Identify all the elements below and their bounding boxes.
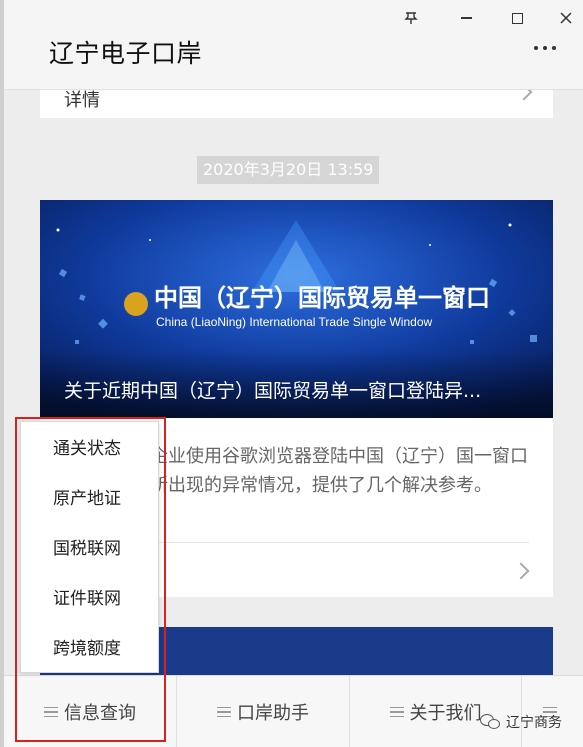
minimize-icon <box>460 17 472 19</box>
maximize-icon <box>511 12 523 24</box>
chevron-right-icon <box>512 562 530 580</box>
chevron-right-icon <box>515 90 533 101</box>
watermark-text: 辽宁商务 <box>506 715 562 731</box>
banner-title-en: China (LiaoNing) International Trade Sin… <box>156 315 432 329</box>
tab-port-assistant[interactable]: 口岸助手 <box>176 676 349 747</box>
tab-label: 口岸助手 <box>237 703 309 724</box>
article-title: 关于近期中国（辽宁）国际贸易单一窗口登陆异... <box>64 380 482 402</box>
banner-title-cn: 中国（辽宁）国际贸易单一窗口 <box>154 284 490 312</box>
minimize-button[interactable] <box>451 6 481 30</box>
maximize-button[interactable] <box>502 6 532 30</box>
pin-icon[interactable] <box>396 6 426 30</box>
title-bar: 辽宁电子口岸 <box>4 0 583 90</box>
close-button[interactable] <box>551 6 581 30</box>
message-timestamp: 2020年3月20日 13:59 <box>197 156 380 184</box>
close-icon <box>560 12 572 24</box>
article-summary: 企业使用谷歌浏览器登陆中国（辽宁）国一窗口所出现的异常情况，提供了几个解决参考。 <box>150 446 528 496</box>
article-banner[interactable]: 中国（辽宁）国际贸易单一窗口 China (LiaoNing) Internat… <box>40 200 553 418</box>
more-dots-icon[interactable] <box>534 46 556 50</box>
previous-article-card[interactable]: 详情 <box>40 90 553 118</box>
app-title: 辽宁电子口岸 <box>49 39 203 68</box>
wechat-icon <box>480 714 502 730</box>
tab-label: 关于我们 <box>409 703 482 724</box>
menu-icon <box>389 704 404 721</box>
watermark: 辽宁商务 <box>480 712 562 732</box>
menu-icon <box>217 704 231 721</box>
highlight-box <box>15 417 166 742</box>
details-link[interactable]: 详情 <box>64 90 100 112</box>
